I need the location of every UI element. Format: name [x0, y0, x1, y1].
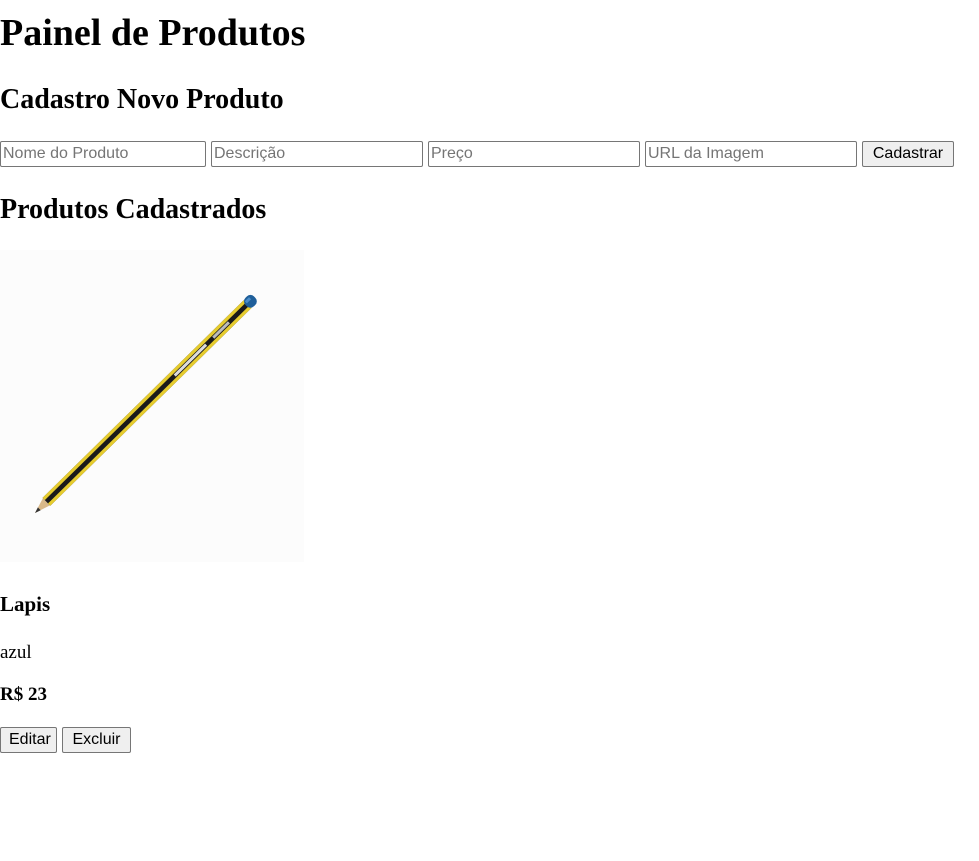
register-button[interactable]: Cadastrar — [862, 141, 954, 167]
product-image — [0, 250, 304, 562]
pencil-image — [0, 250, 304, 562]
products-heading: Produtos Cadastrados — [0, 194, 267, 225]
delete-button[interactable]: Excluir — [62, 727, 131, 753]
product-price: R$ 23 — [0, 684, 47, 705]
product-price-input[interactable] — [428, 141, 640, 167]
product-description: azul — [0, 642, 32, 663]
edit-button[interactable]: Editar — [0, 727, 57, 753]
new-product-heading: Cadastro Novo Produto — [0, 84, 284, 115]
product-description-input[interactable] — [211, 141, 423, 167]
product-image-url-input[interactable] — [645, 141, 857, 167]
product-name: Lapis — [0, 592, 51, 616]
page: Painel de Produtos Cadastro Novo Produto… — [0, 0, 979, 861]
page-title: Painel de Produtos — [0, 12, 306, 54]
product-name-input[interactable] — [0, 141, 206, 167]
